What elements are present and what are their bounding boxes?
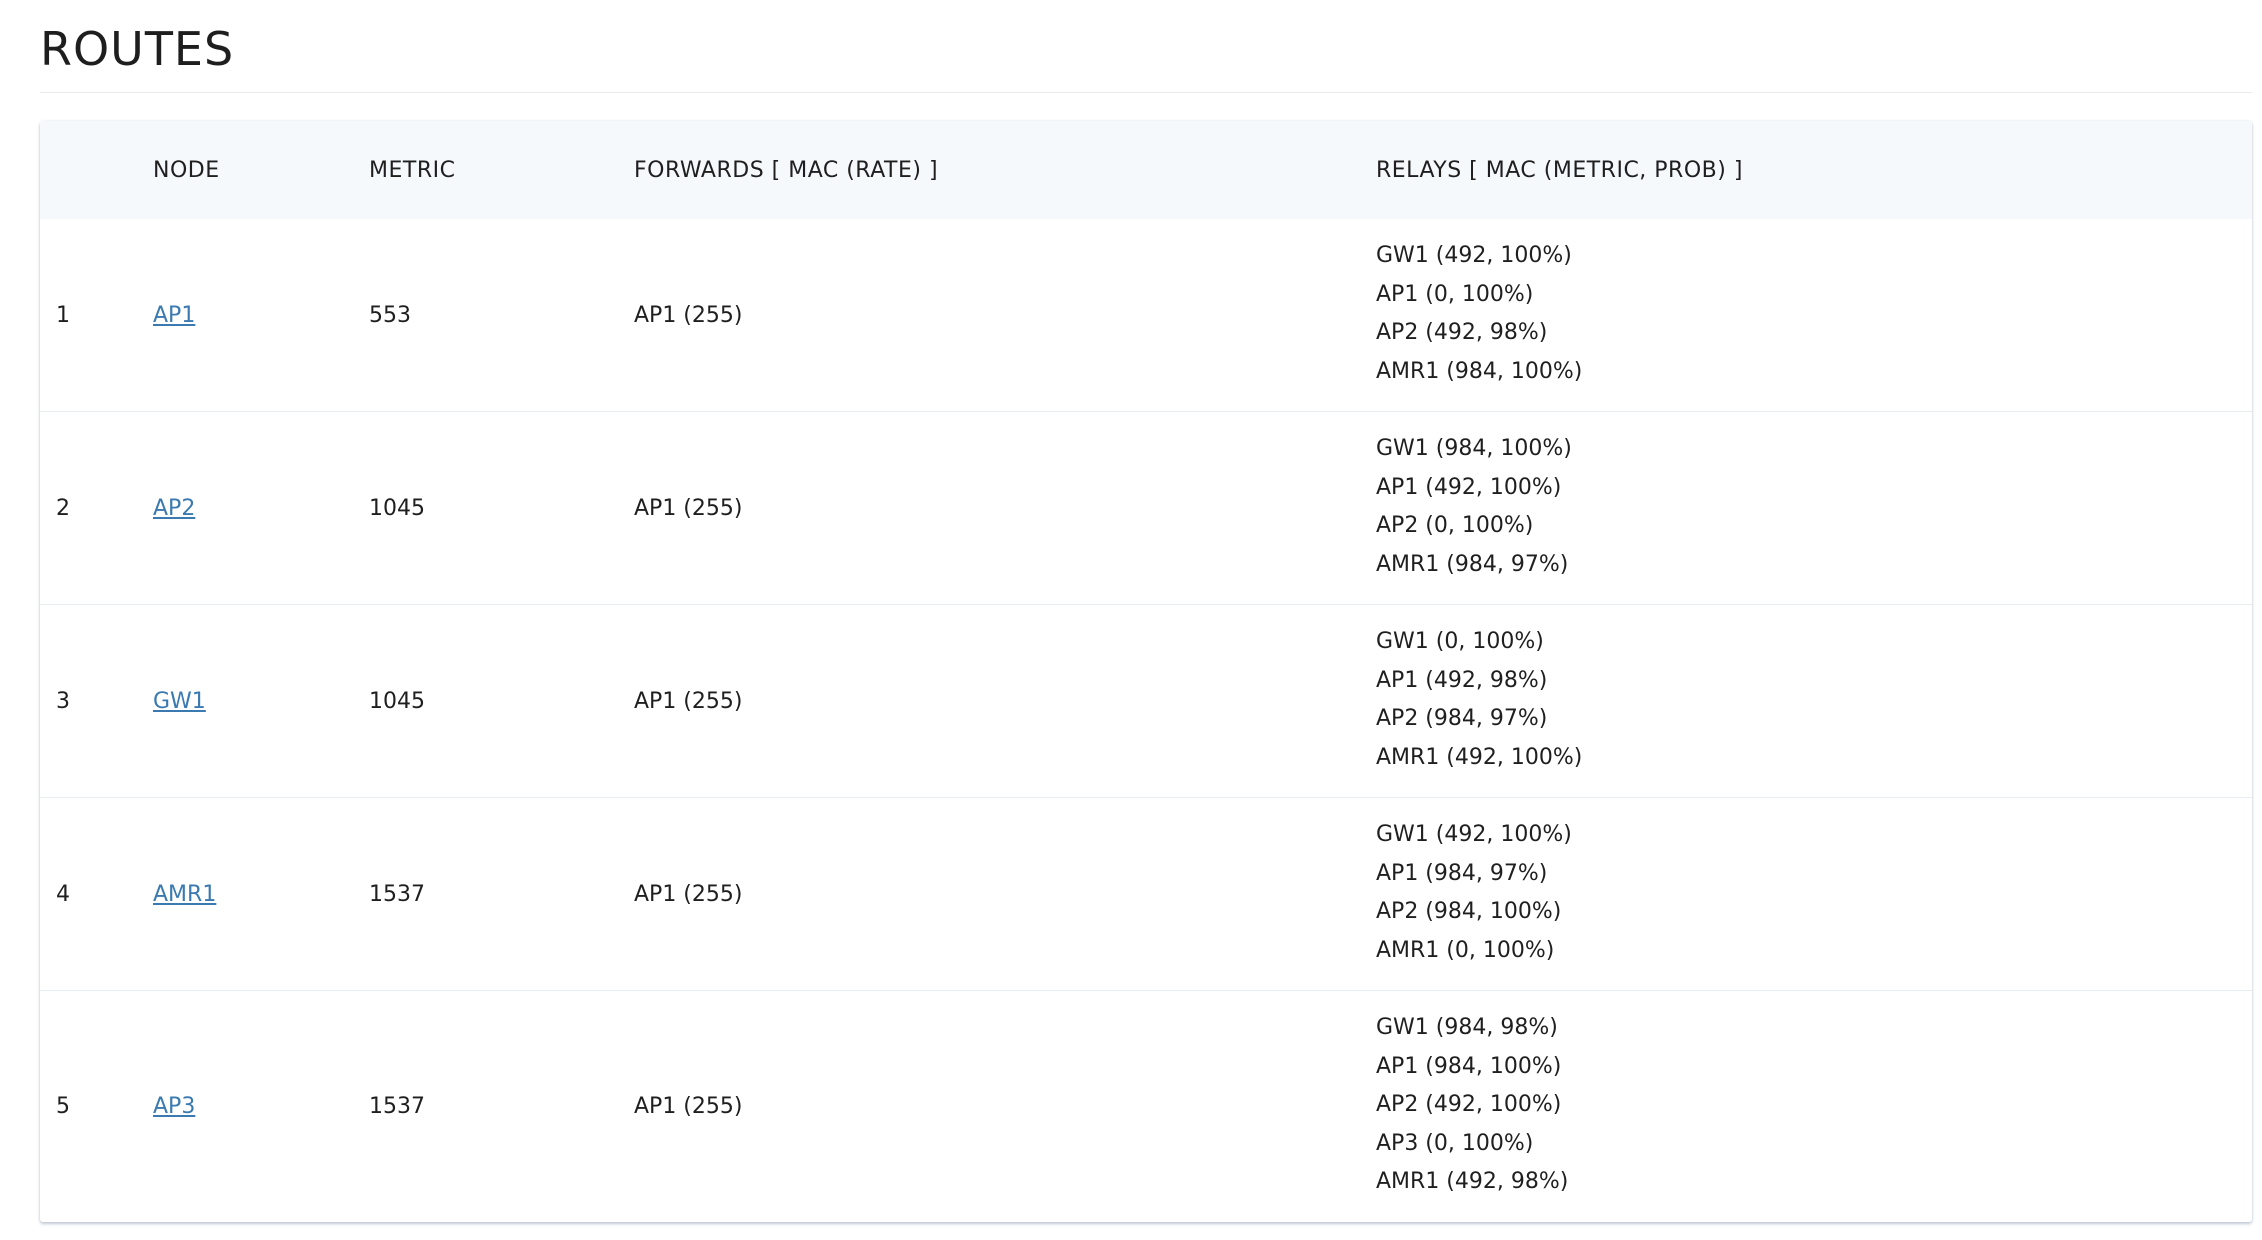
node-link[interactable]: AP1: [153, 303, 195, 328]
row-metric: 553: [369, 302, 411, 328]
row-metric: 1537: [369, 1093, 425, 1119]
row-relays: GW1 (984, 100%) AP1 (492, 100%) AP2 (0, 10…: [1376, 412, 2252, 605]
row-relays: GW1 (492, 100%) AP1 (0, 100%) AP2 (492, 98…: [1376, 219, 2252, 412]
table-row: 1 AP1 553 AP1 (255) GW1 (492, 100%) AP1 (…: [40, 219, 2252, 412]
relay-entry: AP1 (492, 100%): [1376, 474, 1562, 500]
row-forwards: AP1 (255): [634, 302, 743, 328]
node-link[interactable]: GW1: [153, 689, 206, 714]
table-row: 5 AP3 1537 AP1 (255) GW1 (984, 98%) AP1 (…: [40, 990, 2252, 1222]
relay-entry: AP2 (984, 100%): [1376, 899, 1562, 924]
column-header-node: NODE: [153, 157, 220, 183]
node-link[interactable]: AP2: [153, 496, 195, 521]
relay-entry: AP3 (0, 100%): [1376, 1130, 1534, 1156]
column-header-index: [40, 121, 153, 219]
relay-entry: AMR1 (492, 98%): [1376, 1169, 1569, 1194]
row-metric: 1537: [369, 881, 425, 907]
relay-entry: AMR1 (984, 97%): [1376, 551, 1569, 577]
relay-entry: AP2 (492, 98%): [1376, 320, 1548, 345]
relay-entry: GW1 (984, 98%): [1376, 1015, 1558, 1040]
table-header-row: NODE METRIC FORWARDS [ MAC (RATE) ] RELA…: [40, 121, 2252, 219]
row-relays: GW1 (984, 98%) AP1 (984, 100%) AP2 (492, 1…: [1376, 991, 2252, 1222]
relay-entry: AP1 (984, 100%): [1376, 1053, 1562, 1079]
column-header-metric: METRIC: [369, 157, 456, 183]
table-body: 1 AP1 553 AP1 (255) GW1 (492, 100%) AP1 (…: [40, 219, 2252, 1222]
title-divider: [40, 92, 2252, 93]
relay-entry: AMR1 (492, 100%): [1376, 744, 1583, 770]
table-row: 3 GW1 1045 AP1 (255) GW1 (0, 100%) AP1 (4…: [40, 604, 2252, 798]
relay-entry: GW1 (984, 100%): [1376, 436, 1572, 461]
row-metric: 1045: [369, 495, 425, 521]
row-index: 2: [56, 495, 70, 521]
routes-page: ROUTES NODE METRIC FORWARDS [ MAC (RATE)…: [0, 0, 2262, 1240]
row-node-cell: AP3: [153, 991, 369, 1222]
table-row: 4 AMR1 1537 AP1 (255) GW1 (492, 100%) AP1…: [40, 797, 2252, 991]
relay-entry: AMR1 (984, 100%): [1376, 358, 1583, 384]
relay-entry: GW1 (492, 100%): [1376, 243, 1572, 268]
relay-entry: AP2 (0, 100%): [1376, 513, 1534, 538]
row-metric: 1045: [369, 688, 425, 714]
relay-entry: GW1 (0, 100%): [1376, 629, 1544, 654]
row-relays: GW1 (0, 100%) AP1 (492, 98%) AP2 (984, 97%…: [1376, 605, 2252, 798]
row-node-cell: AP1: [153, 219, 369, 412]
row-node-cell: GW1: [153, 605, 369, 798]
relay-entry: AP2 (492, 100%): [1376, 1092, 1562, 1117]
relay-entry: AP1 (492, 98%): [1376, 667, 1548, 693]
row-index: 3: [56, 688, 70, 714]
table-header: NODE METRIC FORWARDS [ MAC (RATE) ] RELA…: [40, 121, 2252, 219]
page-title: ROUTES: [40, 22, 235, 76]
node-link[interactable]: AMR1: [153, 882, 216, 907]
routes-card: NODE METRIC FORWARDS [ MAC (RATE) ] RELA…: [40, 121, 2252, 1222]
column-header-relays: RELAYS [ MAC (METRIC, PROB) ]: [1376, 157, 1743, 183]
row-index: 5: [56, 1093, 70, 1119]
row-forwards: AP1 (255): [634, 495, 743, 521]
table-row: 2 AP2 1045 AP1 (255) GW1 (984, 100%) AP1 …: [40, 411, 2252, 605]
relay-entry: AMR1 (0, 100%): [1376, 937, 1555, 963]
row-index: 1: [56, 302, 70, 328]
node-link[interactable]: AP3: [153, 1094, 195, 1119]
row-index: 4: [56, 881, 70, 907]
row-forwards: AP1 (255): [634, 1093, 743, 1119]
row-node-cell: AP2: [153, 412, 369, 605]
row-node-cell: AMR1: [153, 798, 369, 991]
relay-entry: GW1 (492, 100%): [1376, 822, 1572, 847]
relay-entry: AP1 (0, 100%): [1376, 281, 1534, 307]
row-relays: GW1 (492, 100%) AP1 (984, 97%) AP2 (984, 1…: [1376, 798, 2252, 991]
routes-table: NODE METRIC FORWARDS [ MAC (RATE) ] RELA…: [40, 121, 2252, 1222]
relay-entry: AP1 (984, 97%): [1376, 860, 1548, 886]
row-forwards: AP1 (255): [634, 881, 743, 907]
column-header-forwards: FORWARDS [ MAC (RATE) ]: [634, 157, 939, 183]
row-forwards: AP1 (255): [634, 688, 743, 714]
relay-entry: AP2 (984, 97%): [1376, 706, 1548, 731]
